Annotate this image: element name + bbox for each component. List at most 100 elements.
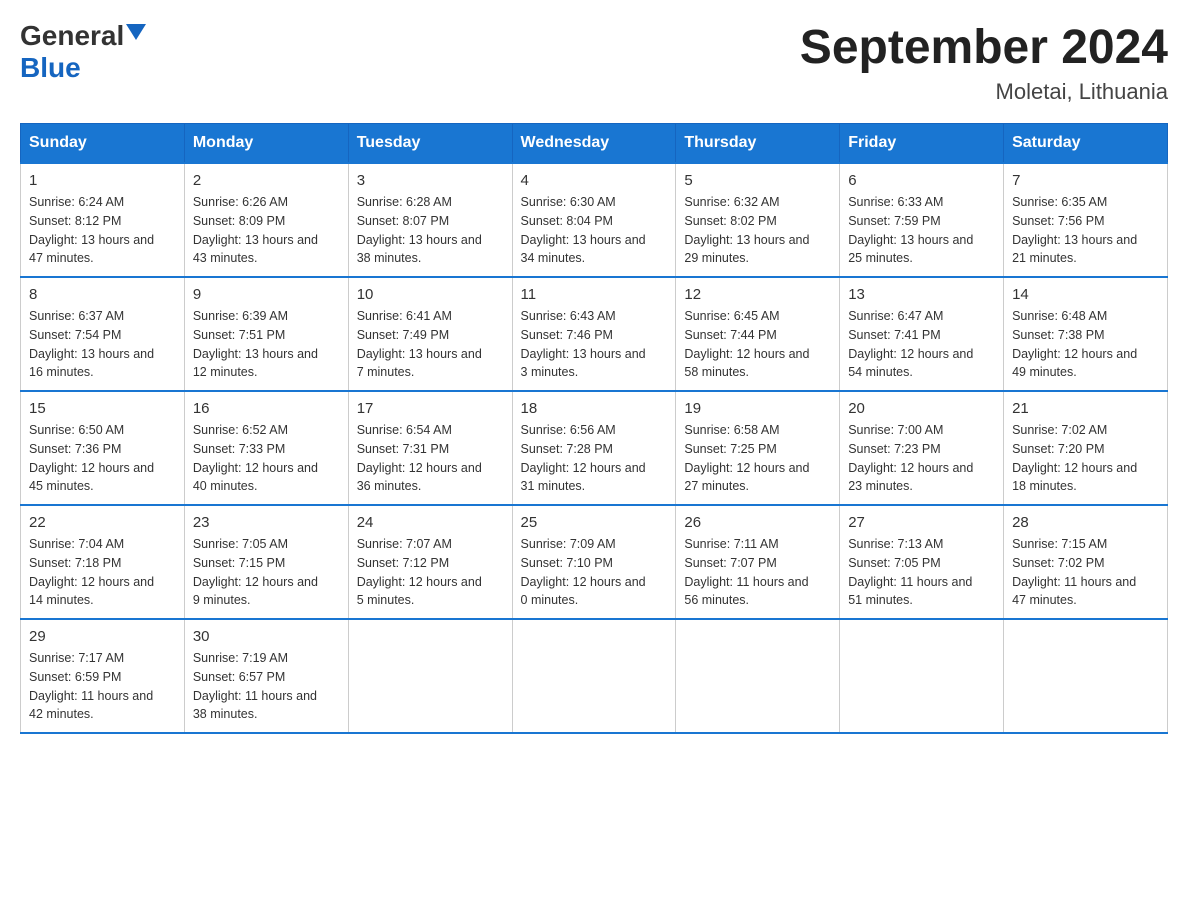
day-info: Sunrise: 6:35 AM Sunset: 7:56 PM Dayligh…: [1012, 193, 1159, 268]
header-friday: Friday: [840, 124, 1004, 164]
day-info: Sunrise: 6:41 AM Sunset: 7:49 PM Dayligh…: [357, 307, 504, 382]
calendar-cell: 20 Sunrise: 7:00 AM Sunset: 7:23 PM Dayl…: [840, 391, 1004, 505]
day-number: 26: [684, 514, 831, 531]
week-row-4: 22 Sunrise: 7:04 AM Sunset: 7:18 PM Dayl…: [21, 505, 1168, 619]
calendar-cell: 15 Sunrise: 6:50 AM Sunset: 7:36 PM Dayl…: [21, 391, 185, 505]
calendar-cell: 12 Sunrise: 6:45 AM Sunset: 7:44 PM Dayl…: [676, 277, 840, 391]
day-number: 19: [684, 400, 831, 417]
day-number: 16: [193, 400, 340, 417]
calendar-cell: 4 Sunrise: 6:30 AM Sunset: 8:04 PM Dayli…: [512, 163, 676, 277]
header-wednesday: Wednesday: [512, 124, 676, 164]
week-row-2: 8 Sunrise: 6:37 AM Sunset: 7:54 PM Dayli…: [21, 277, 1168, 391]
calendar-cell: 2 Sunrise: 6:26 AM Sunset: 8:09 PM Dayli…: [184, 163, 348, 277]
calendar-cell: 5 Sunrise: 6:32 AM Sunset: 8:02 PM Dayli…: [676, 163, 840, 277]
calendar-cell: [1004, 619, 1168, 733]
day-number: 11: [521, 286, 668, 303]
day-number: 20: [848, 400, 995, 417]
day-number: 15: [29, 400, 176, 417]
day-info: Sunrise: 6:39 AM Sunset: 7:51 PM Dayligh…: [193, 307, 340, 382]
day-number: 9: [193, 286, 340, 303]
day-number: 29: [29, 628, 176, 645]
calendar-cell: 24 Sunrise: 7:07 AM Sunset: 7:12 PM Dayl…: [348, 505, 512, 619]
week-row-5: 29 Sunrise: 7:17 AM Sunset: 6:59 PM Dayl…: [21, 619, 1168, 733]
header-sunday: Sunday: [21, 124, 185, 164]
month-title: September 2024: [800, 20, 1168, 75]
day-info: Sunrise: 6:26 AM Sunset: 8:09 PM Dayligh…: [193, 193, 340, 268]
day-info: Sunrise: 7:07 AM Sunset: 7:12 PM Dayligh…: [357, 535, 504, 610]
calendar-cell: 19 Sunrise: 6:58 AM Sunset: 7:25 PM Dayl…: [676, 391, 840, 505]
calendar-cell: 28 Sunrise: 7:15 AM Sunset: 7:02 PM Dayl…: [1004, 505, 1168, 619]
header-monday: Monday: [184, 124, 348, 164]
day-info: Sunrise: 6:37 AM Sunset: 7:54 PM Dayligh…: [29, 307, 176, 382]
logo-triangle-icon: [126, 24, 146, 40]
day-number: 27: [848, 514, 995, 531]
logo: General Blue: [20, 20, 146, 84]
calendar-cell: 13 Sunrise: 6:47 AM Sunset: 7:41 PM Dayl…: [840, 277, 1004, 391]
day-info: Sunrise: 7:02 AM Sunset: 7:20 PM Dayligh…: [1012, 421, 1159, 496]
day-info: Sunrise: 6:24 AM Sunset: 8:12 PM Dayligh…: [29, 193, 176, 268]
calendar-table: Sunday Monday Tuesday Wednesday Thursday…: [20, 123, 1168, 734]
logo-blue-text: Blue: [20, 52, 81, 84]
day-number: 14: [1012, 286, 1159, 303]
page-header: General Blue September 2024 Moletai, Lit…: [20, 20, 1168, 105]
calendar-cell: 6 Sunrise: 6:33 AM Sunset: 7:59 PM Dayli…: [840, 163, 1004, 277]
day-info: Sunrise: 6:45 AM Sunset: 7:44 PM Dayligh…: [684, 307, 831, 382]
day-info: Sunrise: 7:04 AM Sunset: 7:18 PM Dayligh…: [29, 535, 176, 610]
calendar-cell: [676, 619, 840, 733]
day-info: Sunrise: 6:58 AM Sunset: 7:25 PM Dayligh…: [684, 421, 831, 496]
calendar-cell: 27 Sunrise: 7:13 AM Sunset: 7:05 PM Dayl…: [840, 505, 1004, 619]
day-number: 30: [193, 628, 340, 645]
day-info: Sunrise: 7:13 AM Sunset: 7:05 PM Dayligh…: [848, 535, 995, 610]
day-number: 13: [848, 286, 995, 303]
day-number: 7: [1012, 172, 1159, 189]
day-number: 2: [193, 172, 340, 189]
title-block: September 2024 Moletai, Lithuania: [800, 20, 1168, 105]
calendar-cell: 3 Sunrise: 6:28 AM Sunset: 8:07 PM Dayli…: [348, 163, 512, 277]
logo-general-text: General: [20, 20, 124, 52]
calendar-cell: 11 Sunrise: 6:43 AM Sunset: 7:46 PM Dayl…: [512, 277, 676, 391]
day-number: 6: [848, 172, 995, 189]
calendar-cell: 30 Sunrise: 7:19 AM Sunset: 6:57 PM Dayl…: [184, 619, 348, 733]
day-number: 18: [521, 400, 668, 417]
day-number: 17: [357, 400, 504, 417]
calendar-cell: 22 Sunrise: 7:04 AM Sunset: 7:18 PM Dayl…: [21, 505, 185, 619]
day-number: 25: [521, 514, 668, 531]
day-number: 8: [29, 286, 176, 303]
calendar-cell: 29 Sunrise: 7:17 AM Sunset: 6:59 PM Dayl…: [21, 619, 185, 733]
header-thursday: Thursday: [676, 124, 840, 164]
calendar-cell: 1 Sunrise: 6:24 AM Sunset: 8:12 PM Dayli…: [21, 163, 185, 277]
day-number: 3: [357, 172, 504, 189]
day-info: Sunrise: 7:09 AM Sunset: 7:10 PM Dayligh…: [521, 535, 668, 610]
day-info: Sunrise: 7:05 AM Sunset: 7:15 PM Dayligh…: [193, 535, 340, 610]
day-number: 24: [357, 514, 504, 531]
calendar-cell: [348, 619, 512, 733]
day-number: 21: [1012, 400, 1159, 417]
calendar-cell: 14 Sunrise: 6:48 AM Sunset: 7:38 PM Dayl…: [1004, 277, 1168, 391]
day-info: Sunrise: 6:54 AM Sunset: 7:31 PM Dayligh…: [357, 421, 504, 496]
day-number: 10: [357, 286, 504, 303]
calendar-cell: 16 Sunrise: 6:52 AM Sunset: 7:33 PM Dayl…: [184, 391, 348, 505]
week-row-3: 15 Sunrise: 6:50 AM Sunset: 7:36 PM Dayl…: [21, 391, 1168, 505]
calendar-cell: 23 Sunrise: 7:05 AM Sunset: 7:15 PM Dayl…: [184, 505, 348, 619]
day-info: Sunrise: 7:17 AM Sunset: 6:59 PM Dayligh…: [29, 649, 176, 724]
day-info: Sunrise: 7:11 AM Sunset: 7:07 PM Dayligh…: [684, 535, 831, 610]
calendar-cell: 9 Sunrise: 6:39 AM Sunset: 7:51 PM Dayli…: [184, 277, 348, 391]
day-info: Sunrise: 7:15 AM Sunset: 7:02 PM Dayligh…: [1012, 535, 1159, 610]
calendar-cell: 10 Sunrise: 6:41 AM Sunset: 7:49 PM Dayl…: [348, 277, 512, 391]
calendar-header-row: Sunday Monday Tuesday Wednesday Thursday…: [21, 124, 1168, 164]
day-info: Sunrise: 6:48 AM Sunset: 7:38 PM Dayligh…: [1012, 307, 1159, 382]
calendar-cell: 7 Sunrise: 6:35 AM Sunset: 7:56 PM Dayli…: [1004, 163, 1168, 277]
day-number: 5: [684, 172, 831, 189]
day-info: Sunrise: 6:50 AM Sunset: 7:36 PM Dayligh…: [29, 421, 176, 496]
day-number: 28: [1012, 514, 1159, 531]
day-number: 22: [29, 514, 176, 531]
header-saturday: Saturday: [1004, 124, 1168, 164]
day-info: Sunrise: 6:32 AM Sunset: 8:02 PM Dayligh…: [684, 193, 831, 268]
calendar-cell: 25 Sunrise: 7:09 AM Sunset: 7:10 PM Dayl…: [512, 505, 676, 619]
day-number: 23: [193, 514, 340, 531]
day-number: 4: [521, 172, 668, 189]
day-info: Sunrise: 6:33 AM Sunset: 7:59 PM Dayligh…: [848, 193, 995, 268]
week-row-1: 1 Sunrise: 6:24 AM Sunset: 8:12 PM Dayli…: [21, 163, 1168, 277]
calendar-cell: 26 Sunrise: 7:11 AM Sunset: 7:07 PM Dayl…: [676, 505, 840, 619]
day-info: Sunrise: 6:43 AM Sunset: 7:46 PM Dayligh…: [521, 307, 668, 382]
